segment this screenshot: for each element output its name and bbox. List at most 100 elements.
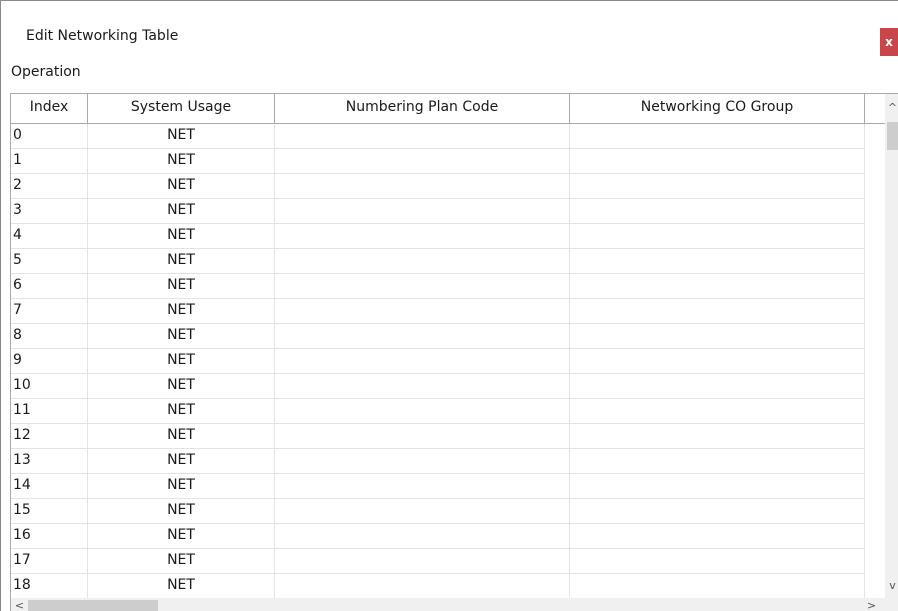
cell-numbering-plan-code[interactable]	[275, 149, 570, 174]
cell-networking-co-group[interactable]	[570, 424, 865, 449]
cell-system-usage[interactable]: NET	[88, 574, 275, 599]
table-row[interactable]: 12 NET	[11, 424, 885, 449]
cell-system-usage[interactable]: NET	[88, 374, 275, 399]
cell-index[interactable]: 17	[11, 549, 88, 574]
cell-system-usage[interactable]: NET	[88, 474, 275, 499]
cell-networking-co-group[interactable]	[570, 374, 865, 399]
cell-numbering-plan-code[interactable]	[275, 124, 570, 149]
table-row[interactable]: 5 NET	[11, 249, 885, 274]
cell-numbering-plan-code[interactable]	[275, 324, 570, 349]
cell-index[interactable]: 0	[11, 124, 88, 149]
cell-numbering-plan-code[interactable]	[275, 374, 570, 399]
table-row[interactable]: 2 NET	[11, 174, 885, 199]
column-header-system-usage[interactable]: System Usage	[88, 94, 275, 123]
cell-system-usage[interactable]: NET	[88, 399, 275, 424]
cell-index[interactable]: 5	[11, 249, 88, 274]
cell-system-usage[interactable]: NET	[88, 324, 275, 349]
table-row[interactable]: 10 NET	[11, 374, 885, 399]
cell-networking-co-group[interactable]	[570, 274, 865, 299]
cell-index[interactable]: 14	[11, 474, 88, 499]
table-row[interactable]: 15 NET	[11, 499, 885, 524]
cell-index[interactable]: 7	[11, 299, 88, 324]
cell-index[interactable]: 6	[11, 274, 88, 299]
cell-numbering-plan-code[interactable]	[275, 224, 570, 249]
scroll-up-icon[interactable]: ^	[885, 94, 898, 120]
cell-system-usage[interactable]: NET	[88, 149, 275, 174]
table-row[interactable]: 0 NET	[11, 124, 885, 149]
vertical-scroll-thumb[interactable]	[887, 122, 898, 150]
cell-networking-co-group[interactable]	[570, 249, 865, 274]
cell-system-usage[interactable]: NET	[88, 424, 275, 449]
table-row[interactable]: 6 NET	[11, 274, 885, 299]
cell-system-usage[interactable]: NET	[88, 249, 275, 274]
table-row[interactable]: 3 NET	[11, 199, 885, 224]
cell-system-usage[interactable]: NET	[88, 349, 275, 374]
cell-numbering-plan-code[interactable]	[275, 274, 570, 299]
cell-system-usage[interactable]: NET	[88, 199, 275, 224]
cell-networking-co-group[interactable]	[570, 299, 865, 324]
cell-system-usage[interactable]: NET	[88, 124, 275, 149]
cell-index[interactable]: 15	[11, 499, 88, 524]
cell-networking-co-group[interactable]	[570, 174, 865, 199]
cell-index[interactable]: 10	[11, 374, 88, 399]
cell-system-usage[interactable]: NET	[88, 299, 275, 324]
column-header-index[interactable]: Index	[11, 94, 88, 123]
close-button[interactable]: x	[880, 28, 898, 56]
scroll-down-icon[interactable]: v	[885, 572, 898, 598]
cell-index[interactable]: 18	[11, 574, 88, 599]
horizontal-scrollbar[interactable]: < >	[11, 598, 885, 611]
cell-index[interactable]: 2	[11, 174, 88, 199]
cell-numbering-plan-code[interactable]	[275, 249, 570, 274]
column-header-networking-co-group[interactable]: Networking CO Group	[570, 94, 865, 123]
cell-system-usage[interactable]: NET	[88, 174, 275, 199]
cell-system-usage[interactable]: NET	[88, 524, 275, 549]
cell-numbering-plan-code[interactable]	[275, 299, 570, 324]
cell-index[interactable]: 12	[11, 424, 88, 449]
table-row[interactable]: 9 NET	[11, 349, 885, 374]
cell-index[interactable]: 8	[11, 324, 88, 349]
cell-networking-co-group[interactable]	[570, 549, 865, 574]
cell-networking-co-group[interactable]	[570, 124, 865, 149]
horizontal-scroll-thumb[interactable]	[28, 600, 158, 611]
table-row[interactable]: 8 NET	[11, 324, 885, 349]
cell-index[interactable]: 11	[11, 399, 88, 424]
cell-networking-co-group[interactable]	[570, 349, 865, 374]
cell-networking-co-group[interactable]	[570, 324, 865, 349]
vertical-scrollbar[interactable]: ^ v	[885, 94, 898, 598]
cell-numbering-plan-code[interactable]	[275, 349, 570, 374]
cell-networking-co-group[interactable]	[570, 449, 865, 474]
table-row[interactable]: 4 NET	[11, 224, 885, 249]
scroll-left-icon[interactable]: <	[11, 598, 28, 611]
scroll-right-icon[interactable]: >	[863, 598, 880, 611]
cell-networking-co-group[interactable]	[570, 574, 865, 599]
cell-networking-co-group[interactable]	[570, 399, 865, 424]
cell-index[interactable]: 4	[11, 224, 88, 249]
cell-numbering-plan-code[interactable]	[275, 499, 570, 524]
cell-networking-co-group[interactable]	[570, 499, 865, 524]
cell-networking-co-group[interactable]	[570, 474, 865, 499]
table-row[interactable]: 11 NET	[11, 399, 885, 424]
cell-index[interactable]: 9	[11, 349, 88, 374]
cell-system-usage[interactable]: NET	[88, 499, 275, 524]
cell-numbering-plan-code[interactable]	[275, 574, 570, 599]
cell-index[interactable]: 13	[11, 449, 88, 474]
cell-networking-co-group[interactable]	[570, 524, 865, 549]
table-row[interactable]: 14 NET	[11, 474, 885, 499]
table-row[interactable]: 1 NET	[11, 149, 885, 174]
cell-networking-co-group[interactable]	[570, 199, 865, 224]
cell-numbering-plan-code[interactable]	[275, 174, 570, 199]
table-row[interactable]: 13 NET	[11, 449, 885, 474]
table-row[interactable]: 7 NET	[11, 299, 885, 324]
cell-networking-co-group[interactable]	[570, 224, 865, 249]
cell-system-usage[interactable]: NET	[88, 224, 275, 249]
cell-index[interactable]: 16	[11, 524, 88, 549]
cell-index[interactable]: 3	[11, 199, 88, 224]
cell-numbering-plan-code[interactable]	[275, 549, 570, 574]
size-grip-icon[interactable]	[885, 598, 898, 611]
table-row[interactable]: 17 NET	[11, 549, 885, 574]
cell-numbering-plan-code[interactable]	[275, 399, 570, 424]
cell-numbering-plan-code[interactable]	[275, 524, 570, 549]
cell-index[interactable]: 1	[11, 149, 88, 174]
table-row[interactable]: 18 NET	[11, 574, 885, 599]
menu-item-operation[interactable]: Operation	[11, 64, 81, 80]
